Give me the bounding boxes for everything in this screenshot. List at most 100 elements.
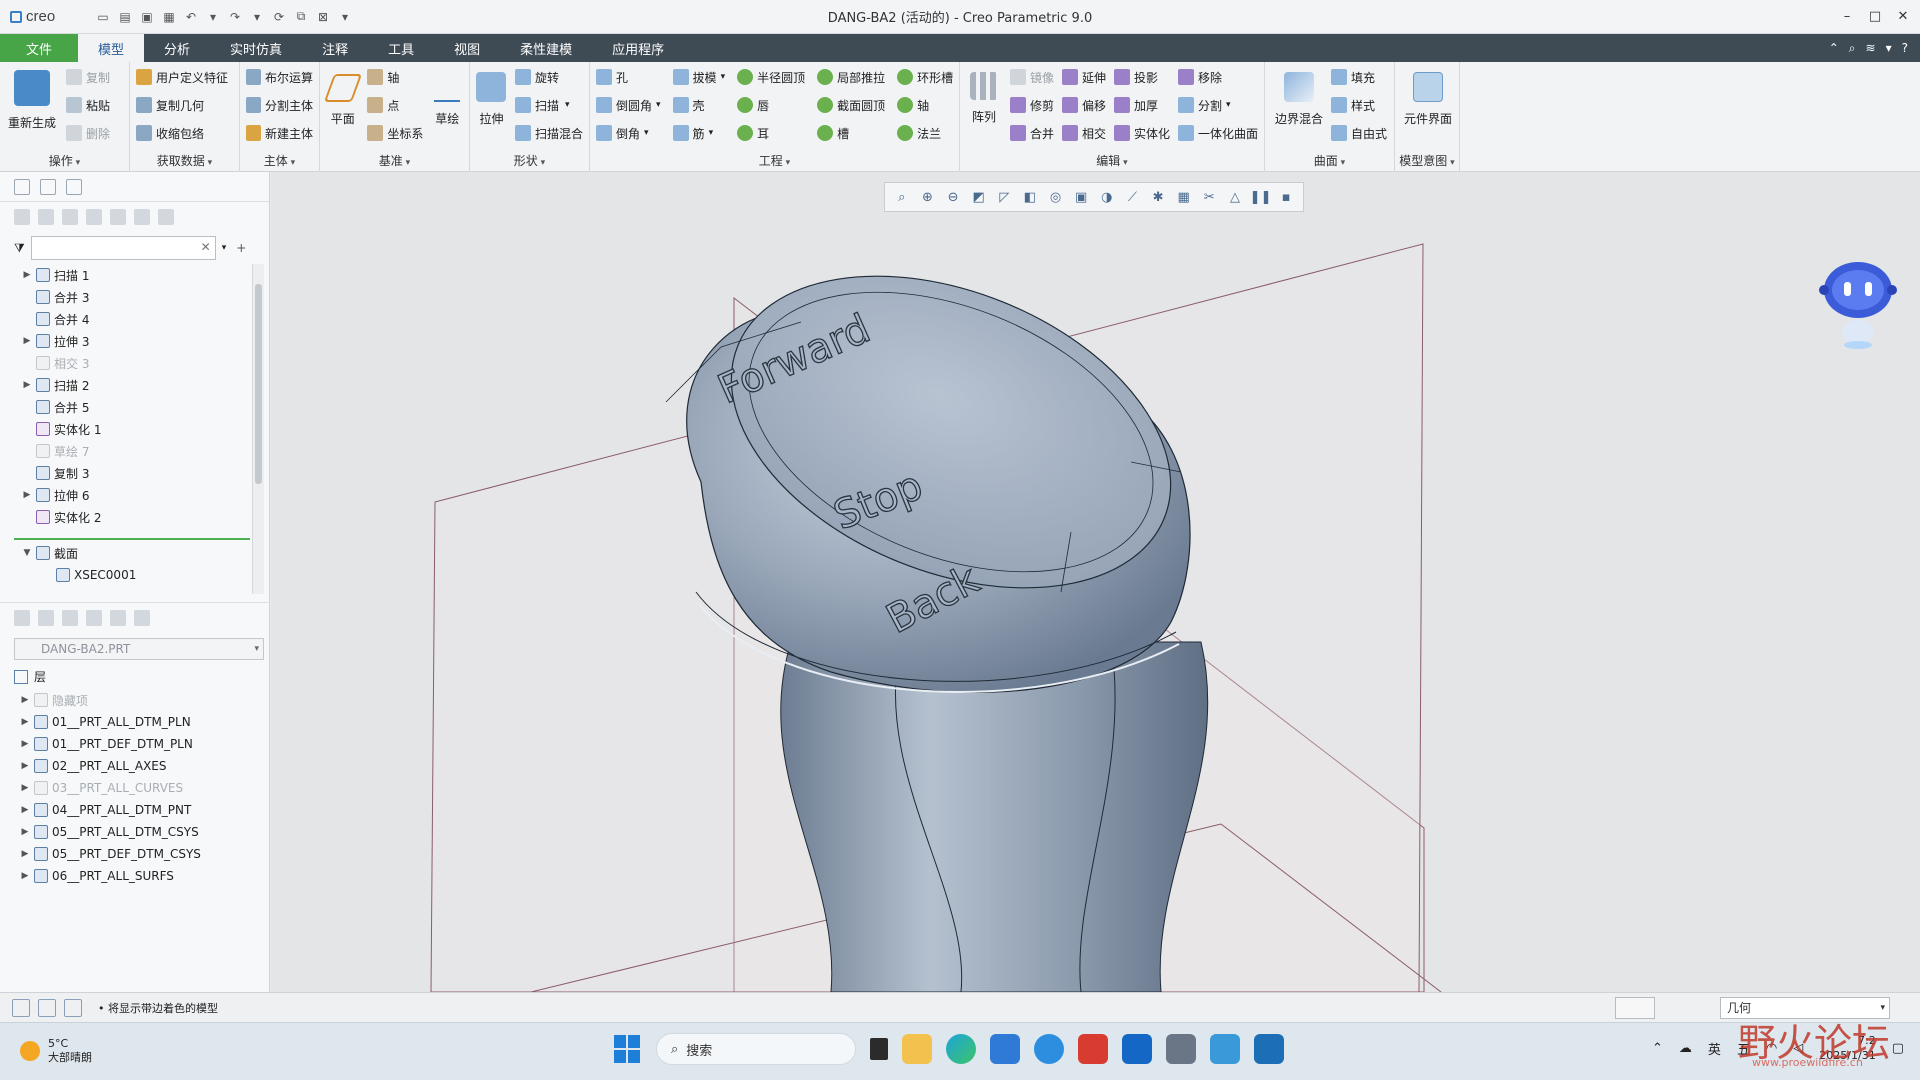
tree-item-xsec[interactable]: XSEC0001 [0,564,250,586]
save-icon[interactable]: ▣ [138,8,156,26]
folder-browser-tab-icon[interactable] [40,178,56,195]
tab-tools[interactable]: 工具 [368,34,434,62]
split-body-button[interactable]: 分割主体 [246,94,313,116]
split-dropdown-icon[interactable]: ▾ [1226,100,1231,110]
tab-model[interactable]: 模型 [78,34,145,62]
tree-bookmark-icon[interactable] [110,209,126,225]
section-dome-button[interactable]: 截面圆顶 [817,94,885,116]
model-tree-scrollbar[interactable] [252,264,264,594]
onedrive-icon[interactable]: ☁ [1679,1041,1692,1056]
style-button[interactable]: 样式 [1331,94,1387,116]
fill-button[interactable]: 填充 [1331,66,1387,88]
filter-dropdown-icon[interactable]: ▾ [222,243,227,253]
windows-icon[interactable]: ⧉ [292,8,310,26]
expand-icon[interactable]: ▶ [20,490,34,500]
csys-button[interactable]: 坐标系 [367,122,423,144]
maximize-icon[interactable]: □ [1864,6,1886,26]
expand-icon[interactable]: ▶ [18,783,32,793]
tree-item[interactable]: 合并 4 [0,308,250,330]
file-explorer-icon[interactable] [902,1034,932,1064]
undo-icon[interactable]: ↶ [182,8,200,26]
boolean-button[interactable]: 布尔运算 [246,66,313,88]
remove-button[interactable]: 移除 [1177,66,1258,88]
tree-item[interactable]: ▶ 扫描 1 [0,264,250,286]
browser-toggle-icon[interactable] [38,998,56,1017]
freestyle-button[interactable]: 自由式 [1331,122,1387,144]
tab-annotate[interactable]: 注释 [302,34,368,62]
copy-geometry-button[interactable]: 复制几何 [136,94,233,116]
udf-button[interactable]: 用户定义特征 [136,66,233,88]
add-column-icon[interactable]: + [236,241,246,255]
ime-indicator[interactable]: 英 [1708,1039,1721,1058]
expand-icon[interactable]: ▶ [20,270,34,280]
clock[interactable]: 7:2 2025/1/31 [1819,1033,1875,1063]
swept-blend-button[interactable]: 扫描混合 [514,122,583,144]
minimize-icon[interactable]: – [1836,6,1858,26]
collapse-ribbon-icon[interactable]: ⌃ [1829,41,1839,55]
extrude-button[interactable]: 拉伸 [476,66,507,144]
tree-item[interactable]: ▶ 扫描 2 [0,374,250,396]
expand-icon[interactable]: ▶ [18,871,32,881]
layer-item[interactable]: ▶ 05__PRT_DEF_DTM_CSYS [0,843,270,865]
ime-mode-indicator[interactable]: 五 [1737,1039,1750,1058]
axis-button[interactable]: 轴 [367,66,423,88]
tree-filter-icon[interactable] [134,209,150,225]
color-icon[interactable]: ▦ [160,8,178,26]
group-label-get-data[interactable]: 获取数据 [130,152,239,169]
smart-selection-button[interactable] [1615,996,1655,1019]
close-window-icon[interactable]: ⊠ [314,8,332,26]
graphics-viewport[interactable]: ⌕ ⊕ ⊖ ◩ ◸ ◧ ◎ ▣ ◑ ⟋ ✱ ▦ ✂ △ ❚❚ ▪ Forward… [271,172,1920,992]
tab-live-simulation[interactable]: 实时仿真 [210,34,302,62]
tab-analysis[interactable]: 分析 [144,34,210,62]
boundary-blend-button[interactable]: 边界混合 [1271,66,1327,144]
help-icon[interactable]: ? [1902,41,1908,55]
weather-widget[interactable]: 5°C 大部晴朗 [20,1037,92,1065]
layer-hide-icon[interactable] [110,609,126,626]
layer-item[interactable]: ▶ 01__PRT_DEF_DTM_PLN [0,733,270,755]
favorites-tab-icon[interactable] [66,178,82,195]
layer-more-icon[interactable] [134,609,150,626]
layer-list-icon[interactable] [38,609,54,626]
tab-applications[interactable]: 应用程序 [592,34,684,62]
tab-view[interactable]: 视图 [434,34,500,62]
merge-button[interactable]: 合并 [1009,122,1054,144]
volume-icon[interactable]: ◁ [1793,1041,1803,1056]
customize-qat-icon[interactable]: ▾ [336,8,354,26]
open-file-icon[interactable]: ▤ [116,8,134,26]
tree-item[interactable]: ▶ 拉伸 3 [0,330,250,352]
layer-item[interactable]: ▶ 03__PRT_ALL_CURVES [0,777,270,799]
draft-button[interactable]: 拔模 ▾ [672,66,725,88]
sweep-dropdown-icon[interactable]: ▾ [565,100,570,110]
tree-settings-icon[interactable] [14,209,30,225]
expand-icon[interactable]: ▶ [18,805,32,815]
sketch-button[interactable]: 草绘 [431,66,463,144]
insert-here-indicator[interactable] [14,538,250,540]
notification-icon[interactable]: ▢ [1892,1041,1904,1056]
ai-assistant-robot[interactable] [1818,250,1898,350]
wifi-icon[interactable]: ◠ [1766,1041,1777,1056]
chevron-down-icon[interactable]: ▾ [254,644,259,654]
tree-item[interactable]: ▶ 拉伸 6 [0,484,250,506]
tree-table-icon[interactable] [86,209,102,225]
unify-surface-button[interactable]: 一体化曲面 [1177,122,1258,144]
dropdown-icon[interactable]: ▾ [1886,41,1892,55]
group-label-surfaces[interactable]: 曲面 [1265,152,1394,169]
layer-root[interactable]: 层 [14,668,270,685]
expand-icon[interactable]: ▶ [18,739,32,749]
slot-button[interactable]: 槽 [817,122,885,144]
regenerate-icon[interactable]: ⟳ [270,8,288,26]
expand-icon[interactable]: ▶ [20,380,34,390]
regenerate-button[interactable]: 重新生成 [6,66,58,144]
tree-search-input[interactable]: ✕ [30,236,216,260]
chamfer-button[interactable]: 倒角 ▾ [596,122,661,144]
app-icon-gear[interactable] [1210,1034,1240,1064]
tree-columns-icon[interactable] [62,209,78,225]
copy-button[interactable]: 复制 [66,66,110,88]
knob-stem[interactable] [780,641,1209,992]
solidify-button[interactable]: 实体化 [1113,122,1170,144]
tree-item[interactable]: 实体化 2 [0,506,250,528]
lip-button[interactable]: 唇 [737,94,805,116]
layer-columns-icon[interactable] [62,609,78,626]
layers-icon[interactable]: ≋ [1866,41,1876,55]
tree-item-sections[interactable]: ▼ 截面 [0,542,250,564]
